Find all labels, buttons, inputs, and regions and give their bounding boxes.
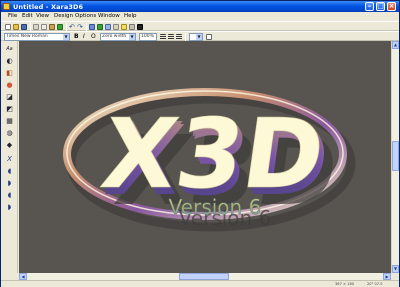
font-size-select[interactable]: Zero width ▼ bbox=[100, 33, 136, 41]
dropdown-arrow-icon[interactable]: ▼ bbox=[129, 34, 135, 40]
title-bar[interactable]: Untitled - Xara3D6 – □ × bbox=[1, 1, 399, 12]
undo-icon[interactable]: ↶ bbox=[69, 24, 75, 31]
font-size-value: Zero width bbox=[102, 34, 127, 39]
lights-tool-icon[interactable]: ◍ bbox=[5, 129, 14, 138]
spin-tool-icon[interactable]: ◖ bbox=[5, 167, 14, 176]
horizontal-scrollbar[interactable]: ◀ ▶ bbox=[19, 273, 391, 280]
align-right-icon[interactable] bbox=[176, 34, 182, 40]
save-icon[interactable] bbox=[21, 24, 27, 30]
extrude-tool-icon[interactable]: ◧ bbox=[5, 69, 14, 78]
horizontal-scroll-thumb[interactable] bbox=[179, 273, 229, 280]
rotate-icon[interactable] bbox=[89, 24, 95, 30]
app-icon bbox=[3, 3, 10, 10]
maximize-button[interactable]: □ bbox=[376, 2, 385, 11]
menu-edit[interactable]: Edit bbox=[22, 13, 33, 19]
app-window: Untitled - Xara3D6 – □ × File Edit View … bbox=[0, 0, 400, 287]
align-center-icon[interactable] bbox=[168, 34, 174, 40]
spacing-select[interactable]: ▼ bbox=[189, 33, 203, 41]
x3d-logo-render: X3D X3D X3D X3D Version 6 Version 6 bbox=[63, 88, 356, 232]
export-icon[interactable] bbox=[57, 24, 63, 30]
texture-tool-icon[interactable]: ▦ bbox=[5, 117, 14, 126]
outline-button[interactable]: O bbox=[91, 33, 96, 40]
font-name-select[interactable]: Times New Roman ▼ bbox=[4, 33, 70, 41]
light-icon[interactable] bbox=[121, 24, 127, 30]
scroll-right-icon[interactable]: ▶ bbox=[383, 273, 391, 280]
close-button[interactable]: × bbox=[387, 2, 396, 11]
colors-tool-icon[interactable]: ◐ bbox=[5, 57, 14, 66]
align-left-icon[interactable] bbox=[160, 34, 166, 40]
paste-icon[interactable] bbox=[49, 24, 55, 30]
copy-icon[interactable] bbox=[41, 24, 47, 30]
status-bar: 367 × 180 20° 07.5 bbox=[1, 280, 399, 287]
menu-view[interactable]: View bbox=[36, 13, 49, 19]
pan-icon[interactable] bbox=[113, 24, 119, 30]
material-tool-icon[interactable]: ● bbox=[5, 81, 14, 90]
shadow-tool-icon[interactable]: ◩ bbox=[5, 105, 14, 114]
design-canvas[interactable]: X3D X3D X3D X3D Version 6 Version 6 bbox=[19, 41, 391, 273]
logo-front-text: X3D bbox=[95, 97, 331, 209]
zoom-value: 100% bbox=[141, 34, 154, 39]
animation-tool-icon[interactable]: X bbox=[5, 155, 14, 164]
status-dimensions: 367 × 180 bbox=[335, 282, 355, 286]
menu-help[interactable]: Help bbox=[124, 13, 137, 19]
window-title: Untitled - Xara3D6 bbox=[13, 3, 84, 11]
play-icon[interactable] bbox=[97, 24, 103, 30]
left-toolbar: Aa ◐ ◧ ● ◪ ◩ ▦ ◍ ◆ X ◖ ◗ ◖ ◗ bbox=[1, 41, 18, 273]
bold-button[interactable]: B bbox=[74, 33, 79, 40]
minimize-button[interactable]: – bbox=[365, 2, 374, 11]
cube-tool-icon[interactable]: ◆ bbox=[5, 141, 14, 150]
menu-options[interactable]: Options bbox=[75, 13, 96, 19]
scroll-left-icon[interactable]: ◀ bbox=[19, 273, 27, 280]
color-icon[interactable] bbox=[137, 24, 143, 30]
dropdown-arrow-icon[interactable]: ▼ bbox=[63, 34, 69, 40]
menu-design[interactable]: Design bbox=[54, 13, 73, 19]
zoom-select[interactable]: 100% bbox=[139, 33, 157, 41]
pulse-tool-icon[interactable]: ◖ bbox=[5, 191, 14, 200]
menu-bar: File Edit View Design Options Window Hel… bbox=[1, 12, 399, 31]
view-icon[interactable] bbox=[105, 24, 111, 30]
redo-icon[interactable]: ↷ bbox=[77, 24, 83, 31]
dropdown-arrow-icon[interactable]: ▼ bbox=[196, 34, 202, 40]
bevel-tool-icon[interactable]: ◪ bbox=[5, 93, 14, 102]
format-toolbar: Times New Roman ▼ B I O Zero width ▼ 100… bbox=[1, 31, 399, 41]
menu-file[interactable]: File bbox=[8, 13, 17, 19]
main-toolbar: ↶ ↷ bbox=[1, 21, 399, 31]
italic-button[interactable]: I bbox=[83, 33, 85, 40]
vertical-scrollbar[interactable]: ▲ ▼ bbox=[391, 41, 399, 273]
scroll-down-icon[interactable]: ▼ bbox=[392, 265, 399, 273]
swing-tool-icon[interactable]: ◗ bbox=[5, 179, 14, 188]
cut-icon[interactable] bbox=[33, 24, 39, 30]
vertical-scroll-thumb[interactable] bbox=[392, 141, 399, 171]
menu-window[interactable]: Window bbox=[98, 13, 120, 19]
version-text: Version 6 bbox=[169, 195, 262, 219]
font-name-value: Times New Roman bbox=[6, 34, 48, 39]
text-tool-icon[interactable]: Aa bbox=[5, 45, 14, 54]
scroll-up-icon[interactable]: ▲ bbox=[392, 41, 399, 49]
frame-tool-icon[interactable]: ◗ bbox=[5, 203, 14, 212]
status-coords: 20° 07.5 bbox=[367, 282, 383, 286]
open-folder-icon[interactable] bbox=[13, 24, 19, 30]
texture-icon[interactable] bbox=[129, 24, 135, 30]
new-file-icon[interactable] bbox=[5, 24, 11, 30]
text-color-icon[interactable] bbox=[206, 34, 212, 40]
